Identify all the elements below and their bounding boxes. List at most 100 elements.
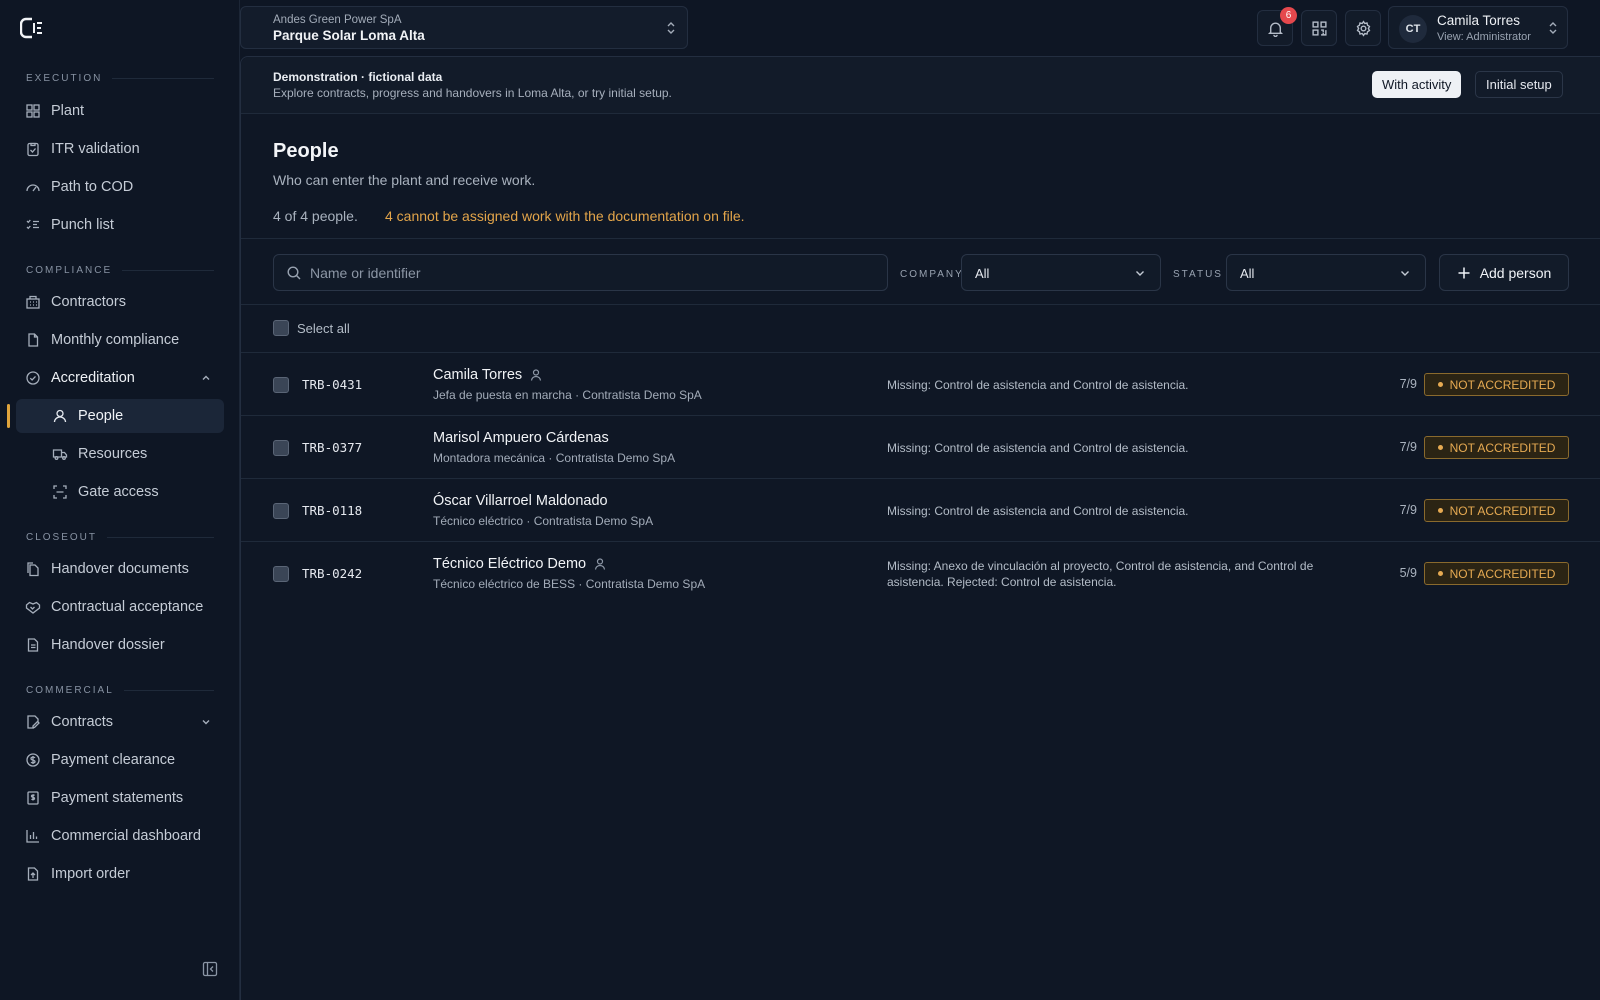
missing-documents: Missing: Anexo de vinculación al proyect… (887, 559, 1314, 589)
row-checkbox[interactable] (273, 440, 289, 456)
sidebar-item-label: Commercial dashboard (51, 828, 201, 844)
sidebar-item-contractual-acceptance[interactable]: Contractual acceptance (16, 590, 224, 624)
sidebar-item-accreditation[interactable]: Accreditation (16, 361, 224, 395)
chevron-down-icon (1401, 271, 1409, 276)
qr-scan-button[interactable] (1301, 10, 1337, 46)
sidebar-item-label: Resources (78, 446, 148, 462)
person-name[interactable]: Marisol Ampuero Cárdenas (433, 430, 609, 446)
person-role-company: Jefa de puesta en marcha · Contratista D… (433, 388, 702, 402)
status-label: NOT ACCREDITED (1449, 440, 1556, 455)
sidebar: EXECUTION Plant ITR validation Path to C… (0, 0, 240, 1000)
sidebar-item-people[interactable]: People (16, 399, 224, 433)
initial-setup-button[interactable]: Initial setup (1475, 71, 1563, 98)
clipboard-check-icon (27, 142, 39, 157)
sidebar-item-payment-statements[interactable]: Payment statements (16, 781, 224, 815)
row-checkbox[interactable] (273, 503, 289, 519)
company-filter-label: COMPANY (900, 269, 964, 280)
table-row[interactable]: TRB-0118 Óscar Villarroel Maldonado Técn… (241, 478, 1600, 541)
app-logo-icon[interactable] (20, 17, 44, 39)
sidebar-item-path-to-cod[interactable]: Path to COD (16, 170, 224, 204)
document-score: 7/9 (1399, 503, 1417, 517)
person-id: TRB-0377 (302, 440, 363, 455)
with-activity-button[interactable]: With activity (1372, 71, 1462, 98)
table-row[interactable]: TRB-0242 Técnico Eléctrico Demo Técnico … (241, 541, 1600, 604)
sidebar-item-label: Contractors (51, 294, 126, 310)
sidebar-item-plant[interactable]: Plant (16, 94, 224, 128)
handshake-icon (25, 601, 41, 614)
divider (241, 238, 1600, 239)
sidebar-item-label: Import order (51, 866, 130, 882)
page-title: People (273, 140, 339, 162)
chevron-up-icon (202, 375, 210, 380)
sidebar-item-label: Gate access (78, 484, 159, 500)
qr-code-icon (1311, 20, 1327, 36)
search-box (273, 254, 888, 291)
status-label: NOT ACCREDITED (1449, 377, 1556, 392)
sidebar-item-label: Payment statements (51, 790, 184, 806)
notifications-button[interactable]: 6 (1257, 7, 1297, 46)
demo-banner-title: Demonstration · fictional data (273, 70, 443, 84)
status-filter-select[interactable]: All (1226, 254, 1426, 291)
search-input[interactable] (310, 255, 880, 290)
select-all-label: Select all (297, 321, 350, 336)
add-person-button[interactable]: Add person (1439, 254, 1569, 291)
person-name[interactable]: Camila Torres (433, 367, 522, 383)
sidebar-item-handover-documents[interactable]: Handover documents (16, 552, 224, 586)
sidebar-item-itr-validation[interactable]: ITR validation (16, 132, 224, 166)
page-subtitle: Who can enter the plant and receive work… (273, 172, 536, 188)
project-selector[interactable]: Andes Green Power SpA Parque Solar Loma … (240, 6, 688, 49)
bar-chart-icon (26, 830, 39, 843)
grid-icon (26, 104, 40, 118)
sidebar-item-resources[interactable]: Resources (16, 437, 224, 471)
sidebar-item-commercial-dashboard[interactable]: Commercial dashboard (16, 819, 224, 853)
status-badge: NOT ACCREDITED (1424, 562, 1569, 585)
status-dot (1437, 445, 1443, 450)
status-filter-value: All (1240, 266, 1255, 281)
settings-button[interactable] (1345, 10, 1381, 46)
sidebar-item-import-order[interactable]: Import order (16, 857, 224, 891)
sidebar-item-label: Path to COD (51, 179, 134, 195)
section-label-compliance: COMPLIANCE (26, 265, 214, 276)
sidebar-item-contractors[interactable]: Contractors (16, 285, 224, 319)
person-name[interactable]: Técnico Eléctrico Demo (433, 556, 586, 572)
select-all-checkbox[interactable] (273, 320, 289, 336)
sidebar-item-contracts[interactable]: Contracts (16, 705, 224, 739)
sidebar-item-gate-access[interactable]: Gate access (16, 475, 224, 509)
user-menu[interactable]: CT Camila Torres View: Administrator (1388, 6, 1568, 49)
user-icon (531, 369, 542, 381)
organization-name: Andes Green Power SpA (273, 14, 402, 26)
person-name[interactable]: Óscar Villarroel Maldonado (433, 493, 608, 509)
person-name-cell: Marisol Ampuero Cárdenas (433, 430, 609, 446)
status-badge: NOT ACCREDITED (1424, 499, 1569, 522)
row-checkbox[interactable] (273, 566, 289, 582)
status-filter-label: STATUS (1173, 269, 1223, 280)
document-icon (28, 333, 39, 347)
person-id: TRB-0431 (302, 377, 363, 392)
checklist-icon (26, 219, 39, 230)
sidebar-item-label: People (78, 408, 124, 424)
sidebar-item-label: Handover documents (51, 561, 189, 577)
sidebar-item-payment-clearance[interactable]: Payment clearance (16, 743, 224, 777)
missing-documents: Missing: Control de asistencia and Contr… (887, 378, 1189, 392)
sidebar-item-monthly-compliance[interactable]: Monthly compliance (16, 323, 224, 357)
chevrons-up-down-icon (1549, 22, 1557, 34)
collapse-sidebar-icon[interactable] (202, 961, 218, 977)
status-label: NOT ACCREDITED (1449, 566, 1556, 581)
add-person-label: Add person (1479, 264, 1552, 281)
row-checkbox[interactable] (273, 377, 289, 393)
section-label-execution: EXECUTION (26, 73, 214, 84)
status-badge: NOT ACCREDITED (1424, 373, 1569, 396)
sidebar-item-punch-list[interactable]: Punch list (16, 208, 224, 242)
file-edit-icon (27, 715, 40, 729)
person-role-company: Técnico eléctrico de BESS · Contratista … (433, 577, 706, 591)
sidebar-item-handover-dossier[interactable]: Handover dossier (16, 628, 224, 662)
bell-icon (1267, 22, 1283, 37)
avatar: CT (1399, 15, 1427, 43)
person-name-cell: Camila Torres (433, 367, 544, 383)
table-row[interactable]: TRB-0377 Marisol Ampuero Cárdenas Montad… (241, 415, 1600, 478)
active-indicator (7, 404, 10, 428)
table-row[interactable]: TRB-0431 Camila Torres Jefa de puesta en… (241, 352, 1600, 415)
person-role-company: Técnico eléctrico · Contratista Demo SpA (433, 514, 654, 528)
company-filter-select[interactable]: All (961, 254, 1161, 291)
status-dot (1437, 508, 1443, 513)
